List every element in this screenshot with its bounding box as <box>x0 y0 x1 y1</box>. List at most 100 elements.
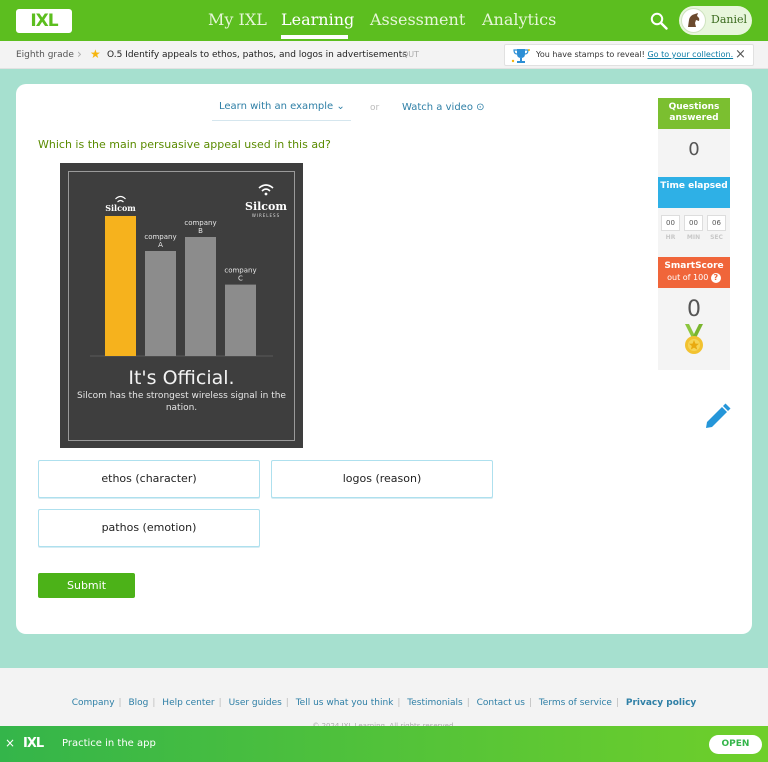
footer-link-help-center[interactable]: Help center <box>162 698 214 708</box>
footer-link-company[interactable]: Company <box>72 698 115 708</box>
app-banner-text: Practice in the app <box>62 738 156 749</box>
ad-subtext: Silcom has the strongest wireless signal… <box>77 391 286 413</box>
close-icon[interactable]: × <box>5 736 15 750</box>
footer-link-terms[interactable]: Terms of service <box>539 698 612 708</box>
nav-learning[interactable]: Learning <box>281 11 354 29</box>
skill-code: QUT <box>402 50 420 59</box>
user-menu[interactable]: Daniel <box>679 6 752 35</box>
star-icon[interactable]: ★ <box>90 47 101 61</box>
nav-active-indicator <box>281 35 348 39</box>
footer-separator: | <box>218 698 222 708</box>
chevron-right-icon: › <box>77 47 82 61</box>
horse-icon <box>688 13 700 27</box>
help-icon[interactable]: ? <box>710 273 721 283</box>
smartscore-sub-text: out of 100 <box>667 273 709 282</box>
medal-icon <box>685 324 703 354</box>
chart-bar-2 <box>185 237 216 356</box>
footer-separator: | <box>285 698 289 708</box>
ixl-logo[interactable]: IXL <box>16 9 72 33</box>
time-hours-label: HR <box>665 234 676 241</box>
smartscore-header: SmartScore out of 100 ? <box>658 257 730 288</box>
ad-headline: It's Official. <box>128 367 235 389</box>
app-logo: IXL <box>23 736 44 751</box>
chart-label-1-0: company <box>144 233 176 241</box>
footer-link-testimonials[interactable]: Testimonials <box>407 698 462 708</box>
time-seconds-label: SEC <box>710 234 723 241</box>
breadcrumb-skill: O.5 Identify appeals to ethos, pathos, a… <box>107 50 407 60</box>
or-separator: or <box>370 103 380 113</box>
learn-label: Learn with an example <box>219 101 334 112</box>
nav-my-ixl[interactable]: My IXL <box>208 11 267 29</box>
footer-link-contact[interactable]: Contact us <box>477 698 525 708</box>
chart-bar-3 <box>225 284 256 356</box>
chart-label-1-1: A <box>158 241 163 249</box>
stamps-banner: You have stamps to reveal! Go to your co… <box>504 44 754 66</box>
time-seconds: 06 <box>707 215 726 231</box>
questions-count: 0 <box>688 139 700 160</box>
footer-separator: | <box>152 698 156 708</box>
time-elapsed-header: Time elapsed <box>658 177 730 208</box>
breadcrumb-grade[interactable]: Eighth grade <box>16 49 74 61</box>
open-app-button[interactable]: OPEN <box>709 735 762 754</box>
time-elapsed-box: 00 00 06 HR MIN SEC <box>658 208 730 257</box>
question-text: Which is the main persuasive appeal used… <box>38 138 331 151</box>
questions-label: Questions answered <box>668 102 720 123</box>
time-label: Time elapsed <box>660 181 728 191</box>
time-minutes: 00 <box>684 215 703 231</box>
chevron-down-icon: ⌄ <box>336 101 345 112</box>
smartscore-value: 0 <box>687 297 701 322</box>
brand-tag: WIRELESS <box>251 213 281 218</box>
brand-logo: Silcom WIRELESS <box>244 181 288 219</box>
close-icon[interactable]: × <box>735 47 746 63</box>
footer-separator: | <box>528 698 532 708</box>
footer-separator: | <box>397 698 401 708</box>
play-icon: ⊙ <box>476 102 485 113</box>
nav-analytics[interactable]: Analytics <box>482 11 556 29</box>
chart-label-3-0: company <box>224 267 256 275</box>
watch-video-button[interactable]: Watch a video ⊙ <box>402 101 485 115</box>
time-minutes-label: MIN <box>686 234 701 241</box>
chart-bar-0 <box>105 216 136 356</box>
submit-button[interactable]: Submit <box>38 573 135 598</box>
footer-link-user-guides[interactable]: User guides <box>229 698 282 708</box>
user-name: Daniel <box>711 13 748 26</box>
top-nav: IXL My IXL Learning Assessment Analytics… <box>0 0 768 41</box>
stamps-message: You have stamps to reveal! Go to your co… <box>536 49 733 61</box>
chart-label-2-1: B <box>198 227 203 235</box>
collection-link[interactable]: Go to your collection. <box>647 50 733 59</box>
trophy-icon <box>511 49 530 63</box>
app-banner: × IXL Practice in the app OPEN <box>0 726 768 762</box>
time-hours: 00 <box>661 215 680 231</box>
pencil-icon[interactable] <box>703 400 733 430</box>
choice-ethos[interactable]: ethos (character) <box>38 460 260 498</box>
wifi-icon <box>115 195 126 203</box>
smartscore-label: SmartScore <box>664 261 724 271</box>
stamps-text: You have stamps to reveal! <box>536 50 645 59</box>
learn-with-example-button[interactable]: Learn with an example ⌄ <box>219 100 345 114</box>
choice-logos[interactable]: logos (reason) <box>271 460 493 498</box>
questions-answered-box: 0 <box>658 129 730 177</box>
footer-separator: | <box>466 698 470 708</box>
chart-bar-1 <box>145 251 176 356</box>
chart-label-3-1: C <box>238 275 243 283</box>
search-icon[interactable] <box>650 12 668 30</box>
footer-separator: | <box>615 698 619 708</box>
smartscore-sub: out of 100 ? <box>667 273 721 283</box>
breadcrumb: Eighth grade › ★ O.5 Identify appeals to… <box>0 41 768 69</box>
chart-label-0: Silcom <box>105 203 136 213</box>
video-label: Watch a video <box>402 102 473 113</box>
footer-link-privacy[interactable]: Privacy policy <box>626 698 696 708</box>
nav-assessment[interactable]: Assessment <box>370 11 465 29</box>
avatar <box>681 8 706 33</box>
footer-link-blog[interactable]: Blog <box>128 698 148 708</box>
choice-pathos[interactable]: pathos (emotion) <box>38 509 260 547</box>
footer-separator: | <box>118 698 122 708</box>
footer-links: Company | Blog | Help center | User guides |… <box>0 697 768 709</box>
logo-text: IXL <box>30 11 58 31</box>
wifi-icon <box>258 184 274 196</box>
chart-label-2-0: company <box>184 219 216 227</box>
smartscore-box: 0 <box>658 288 730 370</box>
questions-answered-header: Questions answered <box>658 98 730 129</box>
learn-underline <box>212 120 351 121</box>
footer-link-feedback[interactable]: Tell us what you think <box>296 698 394 708</box>
